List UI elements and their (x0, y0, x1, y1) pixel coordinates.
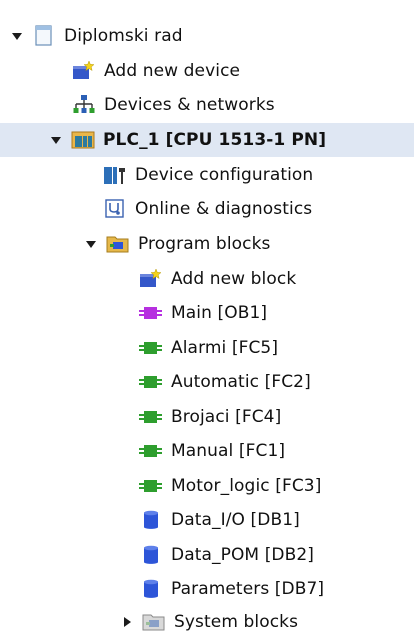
tree-node-label: Motor_logic [FC3] (171, 476, 322, 496)
tree-node-alarmi-fc5[interactable]: Alarmi [FC5] (139, 331, 414, 365)
add-device-icon (72, 60, 96, 82)
tree-node-add-new-device[interactable]: Add new device (72, 54, 414, 88)
tree-node-label: Automatic [FC2] (171, 372, 311, 392)
fc-block-icon (139, 440, 163, 462)
tree-node-project[interactable]: Diplomski rad (10, 19, 414, 53)
fc-block-icon (139, 406, 163, 428)
tree-node-online-diagnostics[interactable]: Online & diagnostics (103, 192, 414, 226)
tree-node-label: Brojaci [FC4] (171, 407, 282, 427)
tree-node-system-blocks[interactable]: System blocks (120, 605, 414, 639)
tree-node-label: Add new block (171, 269, 297, 289)
fc-block-icon (139, 337, 163, 359)
tree-node-label: System blocks (174, 612, 299, 632)
project-icon (32, 25, 56, 47)
tree-node-data-pom-db2[interactable]: Data_POM [DB2] (139, 538, 414, 572)
tree-node-label: PLC_1 [CPU 1513-1 PN] (103, 130, 327, 150)
tree-node-label: Data_I/O [DB1] (171, 510, 300, 530)
folder-icon (106, 233, 130, 255)
tree-node-label: Devices & networks (104, 95, 275, 115)
tree-node-program-blocks[interactable]: Program blocks (84, 227, 414, 261)
tree-node-label: Data_POM [DB2] (171, 545, 315, 565)
tree-node-label: Diplomski rad (64, 26, 183, 46)
tree-node-label: Program blocks (138, 234, 271, 254)
tree-node-manual-fc1[interactable]: Manual [FC1] (139, 434, 414, 468)
tree-node-main-ob1[interactable]: Main [OB1] (139, 296, 414, 330)
fc-block-icon (139, 371, 163, 393)
tree-node-add-new-block[interactable]: Add new block (139, 262, 414, 296)
folder-icon (142, 611, 166, 633)
tree-node-devices-networks[interactable]: Devices & networks (72, 88, 414, 122)
caret-right-icon[interactable] (120, 615, 134, 629)
device-config-icon (103, 164, 127, 186)
db-block-icon (139, 578, 163, 600)
tree-node-label: Device configuration (135, 165, 314, 185)
caret-down-icon[interactable] (10, 29, 24, 43)
tree-node-label: Alarmi [FC5] (171, 338, 279, 358)
plc-icon (71, 129, 95, 151)
db-block-icon (139, 509, 163, 531)
tree-node-label: Manual [FC1] (171, 441, 286, 461)
tree-node-device-configuration[interactable]: Device configuration (103, 158, 414, 192)
tree-node-label: Main [OB1] (171, 303, 268, 323)
tree-node-label: Online & diagnostics (135, 199, 313, 219)
tree-node-plc[interactable]: PLC_1 [CPU 1513-1 PN] (0, 123, 414, 157)
tree-node-label: Add new device (104, 61, 241, 81)
tree-node-label: Parameters [DB7] (171, 579, 325, 599)
tree-node-data-io-db1[interactable]: Data_I/O [DB1] (139, 503, 414, 537)
tree-node-motor-logic-fc3[interactable]: Motor_logic [FC3] (139, 469, 414, 503)
caret-down-icon[interactable] (84, 237, 98, 251)
ob-block-icon (139, 302, 163, 324)
project-tree: Diplomski rad Add new device Devices & n… (0, 0, 414, 635)
db-block-icon (139, 544, 163, 566)
fc-block-icon (139, 475, 163, 497)
tree-node-automatic-fc2[interactable]: Automatic [FC2] (139, 365, 414, 399)
tree-node-parameters-db7[interactable]: Parameters [DB7] (139, 572, 414, 606)
caret-down-icon[interactable] (49, 133, 63, 147)
network-icon (72, 94, 96, 116)
add-block-icon (139, 268, 163, 290)
tree-node-brojaci-fc4[interactable]: Brojaci [FC4] (139, 400, 414, 434)
diagnostics-icon (103, 198, 127, 220)
